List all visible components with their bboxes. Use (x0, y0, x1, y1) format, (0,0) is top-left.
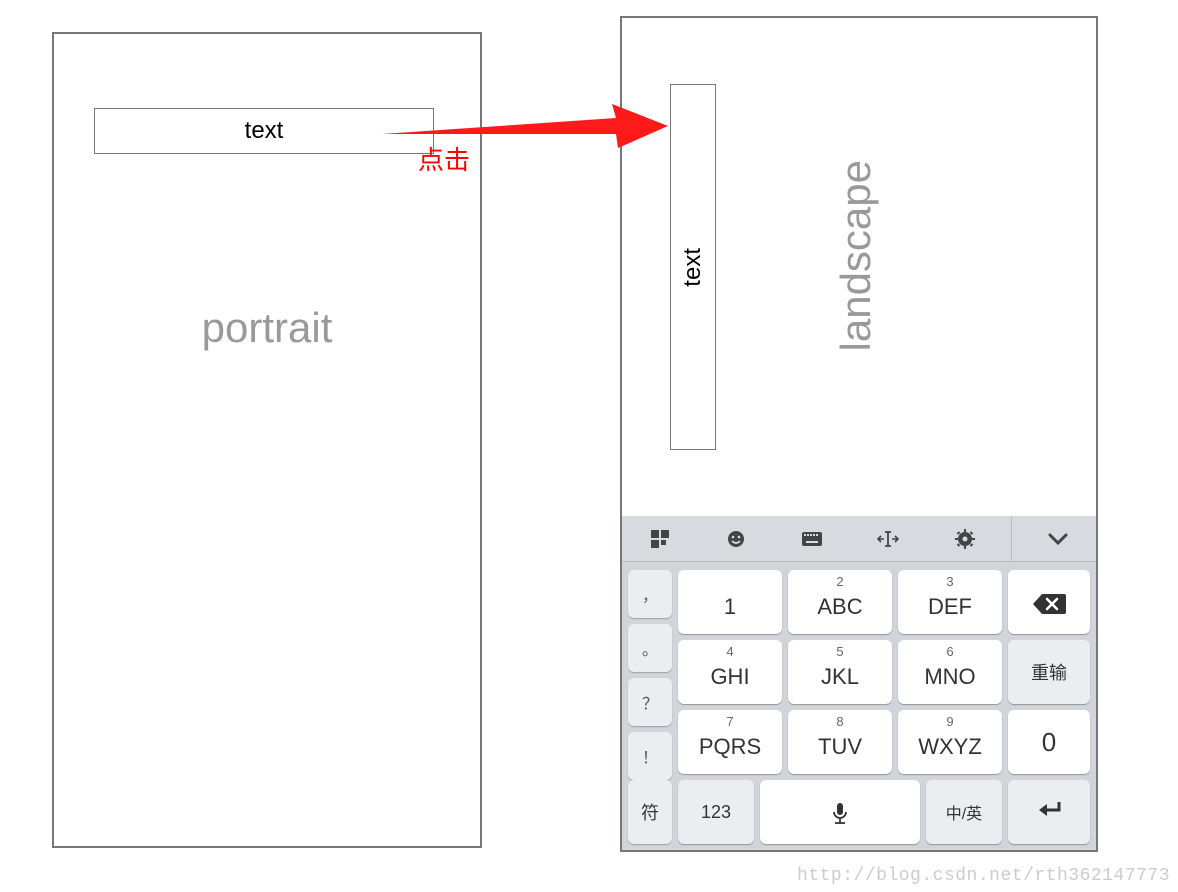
key-3-def[interactable]: 3DEF (898, 570, 1002, 634)
keyboard-right-column: 重输 0 (1008, 570, 1090, 844)
symbol-key-period[interactable]: 。 (628, 624, 672, 672)
key-123[interactable]: 123 (678, 780, 754, 844)
backspace-icon (1032, 592, 1066, 622)
key-voice[interactable] (760, 780, 920, 844)
transition-arrow (378, 104, 668, 148)
key-0[interactable]: 0 (1008, 710, 1090, 774)
landscape-phone-frame: text landscape (620, 16, 1098, 852)
mic-icon (831, 802, 849, 832)
toolbar-separator (1011, 516, 1012, 561)
cursor-icon[interactable] (858, 516, 918, 561)
enter-icon (1035, 800, 1063, 825)
keyboard-icon[interactable] (782, 516, 842, 561)
watermark: http://blog.csdn.net/rth362147773 (797, 866, 1170, 886)
key-4-ghi[interactable]: 4GHI (678, 640, 782, 704)
key-1[interactable]: 1 (678, 570, 782, 634)
key-symbols[interactable]: 符 (628, 780, 672, 844)
input-landscape-text: text (679, 248, 707, 287)
key-9-wxyz[interactable]: 9WXYZ (898, 710, 1002, 774)
gear-icon[interactable] (935, 516, 995, 561)
key-lang-toggle[interactable]: 中/英 (926, 780, 1002, 844)
key-enter[interactable] (1008, 780, 1090, 844)
key-reinput[interactable]: 重输 (1008, 640, 1090, 704)
key-5-jkl[interactable]: 5JKL (788, 640, 892, 704)
key-backspace[interactable] (1008, 570, 1090, 634)
keyboard-toolbar (622, 516, 1096, 562)
collapse-keyboard-icon[interactable] (1028, 516, 1088, 561)
keyboard-symbol-column: ， 。 ？ ！ (628, 570, 672, 774)
symbol-key-question[interactable]: ？ (628, 678, 672, 726)
keyboard-main-grid: 1 2ABC 3DEF 4GHI 5JKL 6MNO 7PQRS 8TUV 9W… (678, 570, 1002, 844)
key-6-mno[interactable]: 6MNO (898, 640, 1002, 704)
key-2-abc[interactable]: 2ABC (788, 570, 892, 634)
keyboard-body: ， 。 ？ ！ 1 2ABC 3DEF 4GHI 5JKL 6MNO 7PQRS (622, 562, 1096, 850)
symbol-key-exclaim[interactable]: ！ (628, 732, 672, 780)
orientation-label-landscape: landscape (832, 86, 880, 426)
key-8-tuv[interactable]: 8TUV (788, 710, 892, 774)
text-input-landscape[interactable]: text (670, 84, 716, 450)
grid-icon[interactable] (630, 516, 690, 561)
orientation-label-portrait: portrait (54, 304, 480, 352)
emoji-icon[interactable] (706, 516, 766, 561)
symbol-key-comma[interactable]: ， (628, 570, 672, 618)
key-7-pqrs[interactable]: 7PQRS (678, 710, 782, 774)
soft-keyboard: ， 。 ？ ！ 1 2ABC 3DEF 4GHI 5JKL 6MNO 7PQRS (622, 516, 1096, 850)
